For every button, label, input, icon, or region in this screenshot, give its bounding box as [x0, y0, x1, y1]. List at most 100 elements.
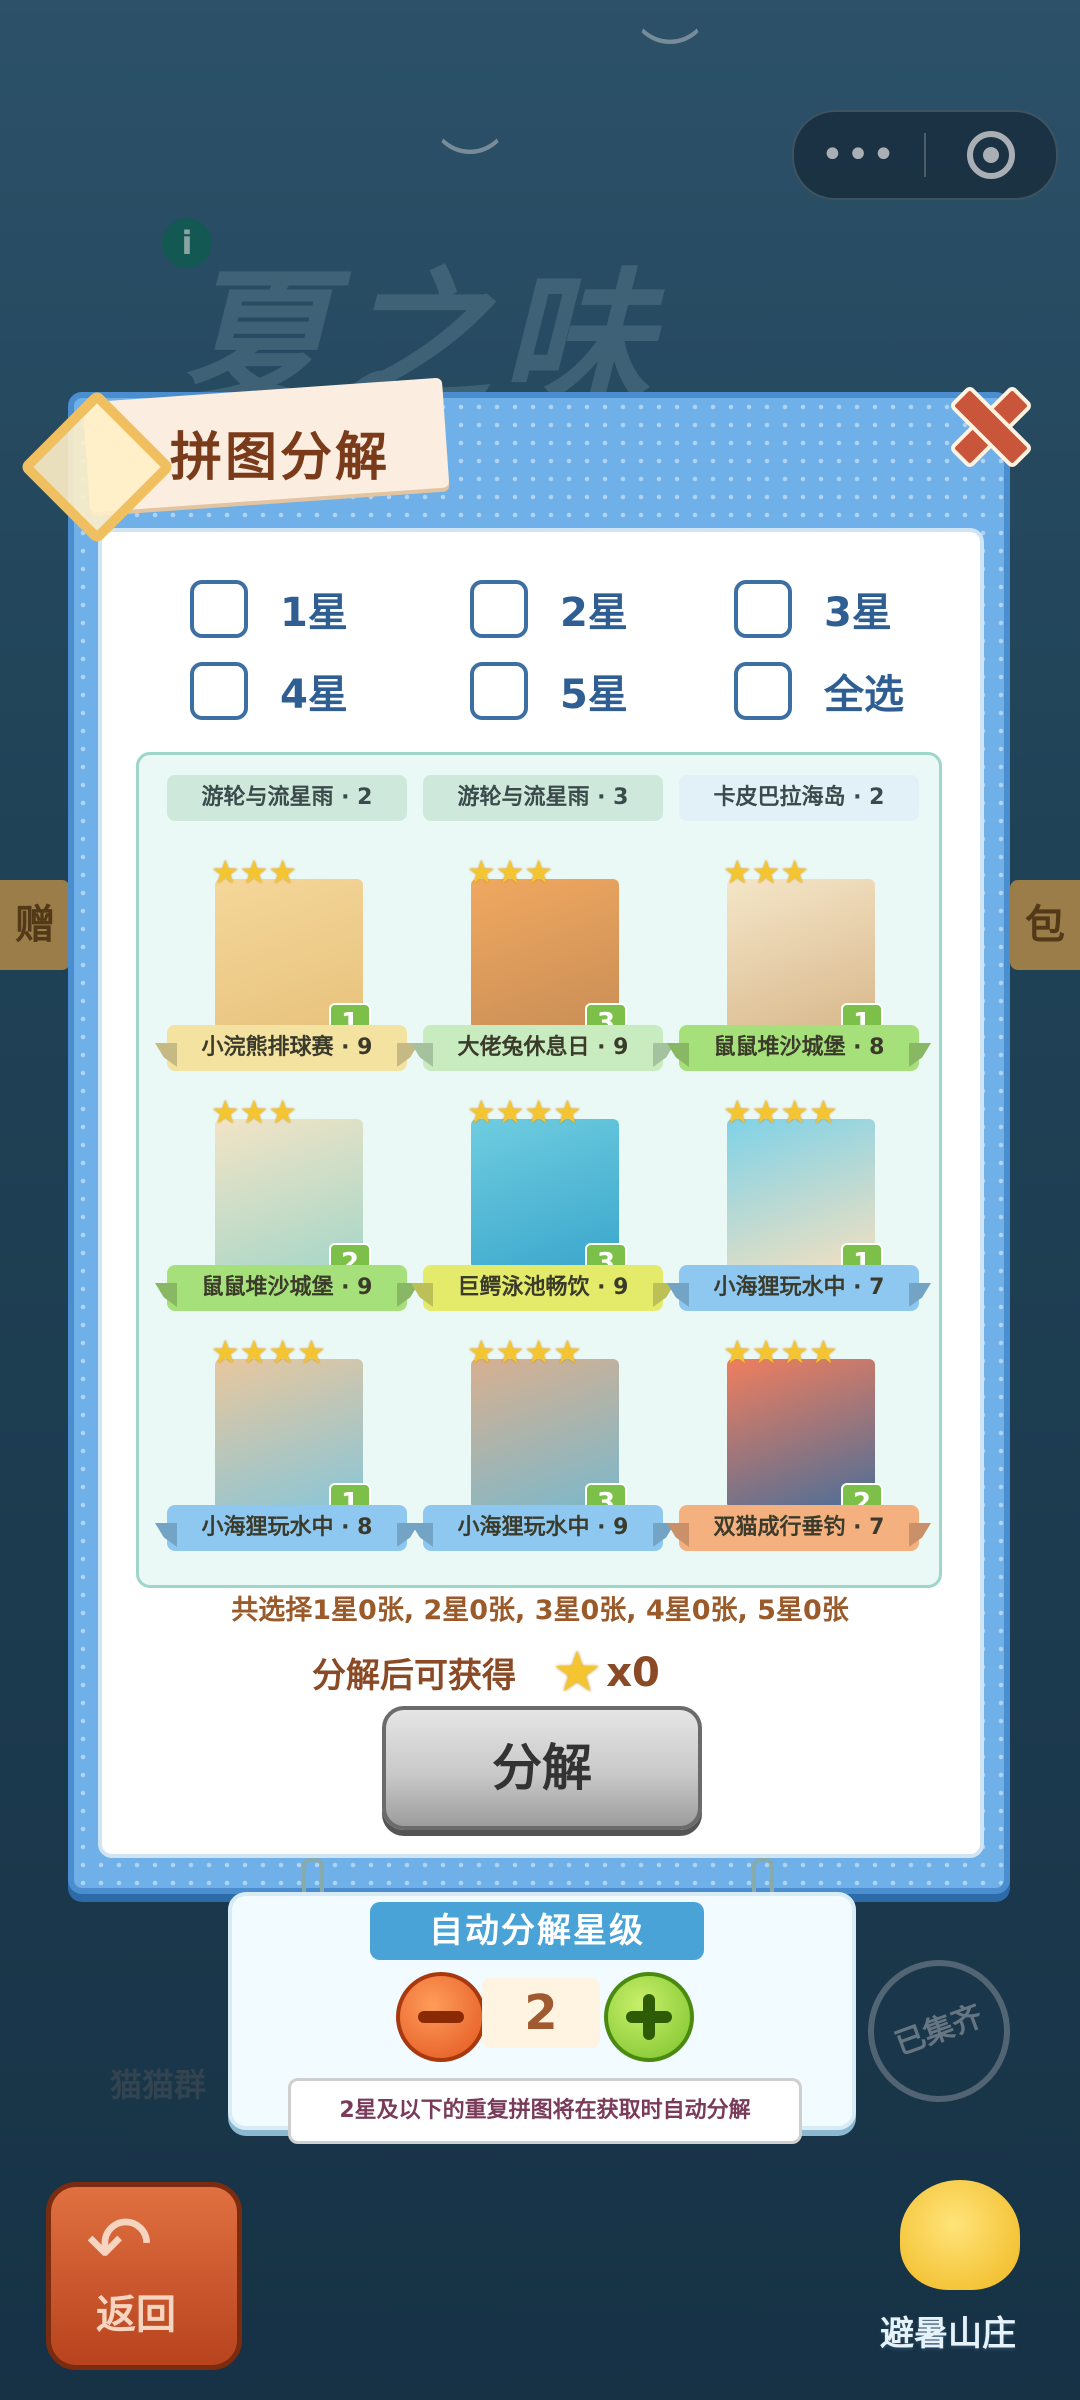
gain-value: x0: [606, 1649, 660, 1696]
puzzle-card[interactable]: ★ ★ ★ ★ 3 巨鳄泳池畅饮 · 9: [423, 1095, 663, 1325]
checkbox-label: 2星: [560, 590, 628, 636]
card-name-ribbon: 鼠鼠堆沙城堡 · 8: [679, 1025, 919, 1071]
star-rating: ★ ★ ★ ★: [723, 1335, 838, 1369]
star-icon: ★: [268, 853, 298, 891]
card-name-ribbon: 小海狸玩水中 · 7: [679, 1265, 919, 1311]
card-label-top: 游轮与流星雨 · 2: [167, 775, 407, 821]
decrease-level-button[interactable]: [396, 1972, 486, 2062]
star-icon: ★: [297, 1333, 326, 1371]
puzzle-card[interactable]: ★ ★ ★ ★ 2 双猫成行垂钓 · 7: [679, 1335, 919, 1565]
star-icon: ★: [211, 1333, 240, 1371]
star-icon: ★: [211, 853, 240, 891]
star-icon: ★: [524, 1093, 554, 1131]
checkbox-box[interactable]: [190, 580, 248, 638]
selection-summary: 共选择1星0张, 2星0张, 3星0张, 4星0张, 5星0张: [231, 1595, 849, 1626]
star-rating: ★ ★ ★ ★: [467, 1095, 582, 1129]
duck-icon[interactable]: [900, 2180, 1020, 2290]
puzzle-card[interactable]: ★ ★ ★ ★ 1 小海狸玩水中 · 7: [679, 1095, 919, 1325]
gain-label: 分解后可获得: [312, 1656, 516, 1696]
checkbox-label: 4星: [280, 672, 348, 718]
minus-icon: [418, 2011, 464, 2023]
star-icon: ★: [553, 1333, 582, 1371]
star-icon: ★: [553, 1093, 582, 1131]
back-arrow-icon: ↶: [86, 2198, 154, 2291]
puzzle-card[interactable]: ★ ★ ★ 2 鼠鼠堆沙城堡 · 9: [167, 1095, 407, 1325]
checkbox-5-star[interactable]: 5星: [470, 662, 628, 720]
checkbox-select-all[interactable]: 全选: [734, 662, 904, 720]
star-icon: ★: [239, 1093, 269, 1131]
checkbox-1-star[interactable]: 1星: [190, 580, 348, 638]
card-name-ribbon: 双猫成行垂钓 · 7: [679, 1505, 919, 1551]
puzzle-card[interactable]: ★ ★ ★ 1 小浣熊排球赛 · 9: [167, 855, 407, 1085]
star-icon: ★: [495, 1333, 525, 1371]
checkbox-4-star[interactable]: 4星: [190, 662, 348, 720]
card-name-ribbon: 小海狸玩水中 · 9: [423, 1505, 663, 1551]
checkbox-label: 5星: [560, 672, 628, 718]
auto-decompose-tip: 2星及以下的重复拼图将在获取时自动分解: [288, 2078, 802, 2144]
star-icon: ★: [524, 853, 554, 891]
star-icon: ★: [211, 1093, 240, 1131]
card-name-ribbon: 小海狸玩水中 · 8: [167, 1505, 407, 1551]
card-label-top: 游轮与流星雨 · 3: [423, 775, 663, 821]
checkbox-box[interactable]: [734, 662, 792, 720]
checkbox-box[interactable]: [470, 662, 528, 720]
star-icon: ★: [239, 1333, 269, 1371]
back-label: 返回: [96, 2292, 176, 2338]
star-icon: ★: [268, 1093, 298, 1131]
auto-level-value: 2: [482, 1978, 600, 2048]
checkbox-box[interactable]: [190, 662, 248, 720]
card-name-ribbon: 鼠鼠堆沙城堡 · 9: [167, 1265, 407, 1311]
puzzle-card[interactable]: ★ ★ ★ ★ 1 小海狸玩水中 · 8: [167, 1335, 407, 1565]
star-icon: ★: [780, 853, 810, 891]
checkbox-box[interactable]: [470, 580, 528, 638]
star-icon: ★: [723, 1333, 752, 1371]
plus-icon-stroke: [643, 1994, 655, 2040]
card-name-ribbon: 小浣熊排球赛 · 9: [167, 1025, 407, 1071]
card-label-top: 卡皮巴拉海岛 · 2: [679, 775, 919, 821]
summer-resort-label: 避暑山庄: [880, 2314, 1016, 2354]
star-icon: ★: [751, 853, 781, 891]
star-rating: ★ ★ ★: [211, 855, 297, 889]
checkbox-label: 1星: [280, 590, 348, 636]
star-rating: ★ ★ ★: [467, 855, 553, 889]
star-icon: ★: [495, 1093, 525, 1131]
star-icon: ★: [467, 1093, 496, 1131]
star-rating: ★ ★ ★: [211, 1095, 297, 1129]
star-icon: ★: [780, 1093, 810, 1131]
card-name-ribbon: 巨鳄泳池畅饮 · 9: [423, 1265, 663, 1311]
star-rating: ★ ★ ★ ★: [211, 1335, 326, 1369]
star-icon: ★: [723, 1093, 752, 1131]
checkbox-label: 全选: [824, 672, 904, 718]
star-icon: ★: [268, 1333, 298, 1371]
star-icon: ★: [495, 853, 525, 891]
puzzle-card[interactable]: ★ ★ ★ ★ 3 小海狸玩水中 · 9: [423, 1335, 663, 1565]
star-rating: ★ ★ ★ ★: [723, 1095, 838, 1129]
star-icon: ★: [780, 1333, 810, 1371]
gain-row: 分解后可获得 ★ x0: [312, 1640, 660, 1705]
checkbox-2-star[interactable]: 2星: [470, 580, 628, 638]
star-icon: ★: [467, 853, 496, 891]
card-name-ribbon: 大佬兔休息日 · 9: [423, 1025, 663, 1071]
star-icon: ★: [809, 1093, 838, 1131]
modal-title: 拼图分解: [170, 428, 391, 488]
star-icon: ★: [524, 1333, 554, 1371]
increase-level-button[interactable]: [604, 1972, 694, 2062]
star-icon: ★: [809, 1333, 838, 1371]
star-rating: ★ ★ ★ ★: [467, 1335, 582, 1369]
star-icon: ★: [552, 1640, 603, 1705]
star-icon: ★: [751, 1333, 781, 1371]
decompose-button[interactable]: 分解: [382, 1706, 702, 1830]
puzzle-grid[interactable]: 游轮与流星雨 · 2 游轮与流星雨 · 3 卡皮巴拉海岛 · 2 ★ ★ ★ 1 小浣熊…: [136, 752, 942, 1588]
star-rating: ★ ★ ★: [723, 855, 809, 889]
puzzle-card[interactable]: ★ ★ ★ 1 鼠鼠堆沙城堡 · 8: [679, 855, 919, 1085]
star-icon: ★: [751, 1093, 781, 1131]
checkbox-3-star[interactable]: 3星: [734, 580, 892, 638]
star-icon: ★: [239, 853, 269, 891]
star-icon: ★: [723, 853, 752, 891]
checkbox-box[interactable]: [734, 580, 792, 638]
star-icon: ★: [467, 1333, 496, 1371]
close-button[interactable]: [940, 378, 1034, 470]
auto-decompose-title: 自动分解星级: [370, 1902, 704, 1960]
puzzle-card[interactable]: ★ ★ ★ 3 大佬兔休息日 · 9: [423, 855, 663, 1085]
checkbox-label: 3星: [824, 590, 892, 636]
